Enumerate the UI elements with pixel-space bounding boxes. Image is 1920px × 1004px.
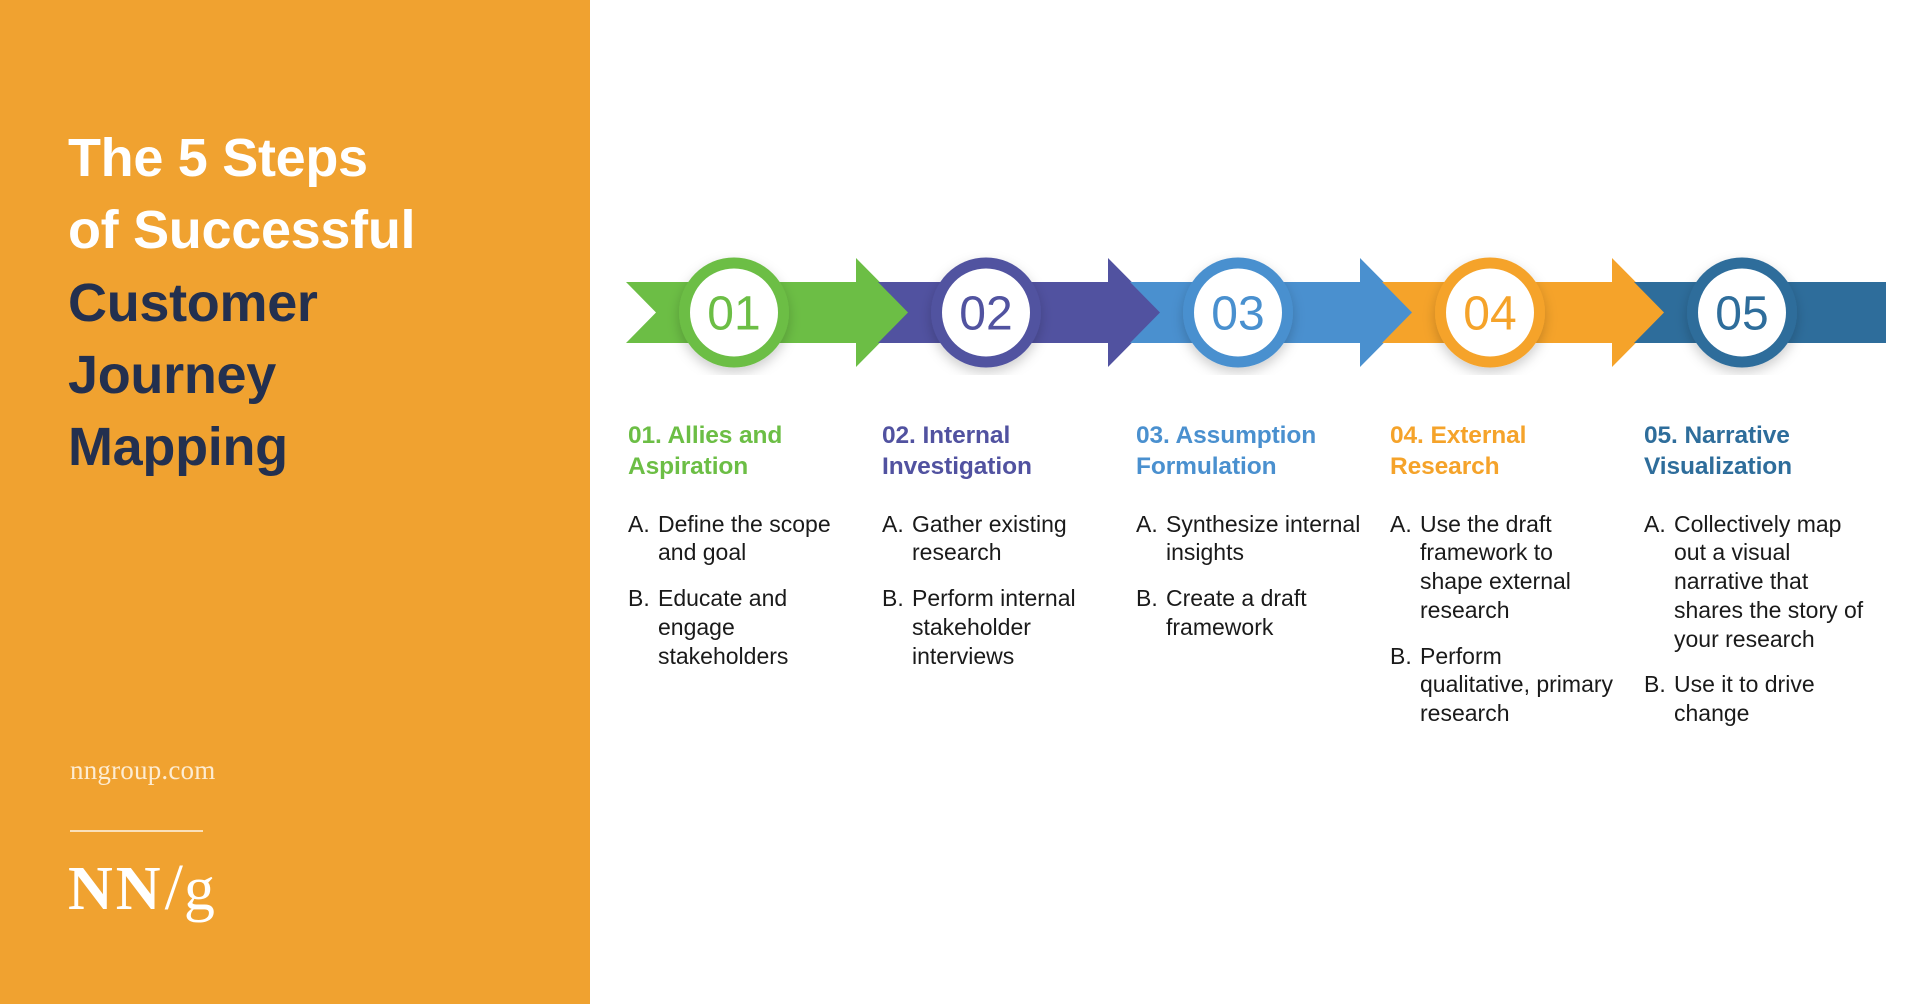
step-column-02: 02. Internal Investigation A. Gather exist… [882, 420, 1136, 687]
left-title-panel: The 5 Steps of Successful Customer Journ… [0, 0, 590, 1004]
steps-panel: 01 02 03 04 05 01. Allies and Aspiration A. De… [590, 0, 1920, 1004]
step-circle-01: 01 [679, 257, 789, 368]
substep-letter: A. [882, 510, 904, 537]
logo-g: g [183, 855, 215, 923]
step-column-01: 01. Allies and Aspiration A. Define the sc… [628, 420, 882, 687]
logo-divider [70, 830, 203, 832]
substep-text: Create a draft framework [1166, 585, 1307, 640]
title-line-5: Mapping [68, 417, 288, 478]
title-line-4: Journey [68, 345, 276, 406]
substep-letter: B. [1644, 671, 1666, 698]
substep-03-B: B. Create a draft framework [1136, 584, 1364, 642]
step-circle-03: 03 [1183, 257, 1293, 368]
substep-04-B: B. Perform qualitative, primary research [1390, 642, 1618, 728]
step-heading-02: 02. Internal Investigation [882, 422, 1032, 481]
substep-text: Synthesize internal insights [1166, 510, 1361, 566]
substep-text: Use it to drive change [1674, 671, 1815, 727]
substep-letter: B. [1390, 642, 1412, 669]
step-number-04: 04 [1463, 288, 1516, 341]
substep-02-B: B. Perform internal stakeholder interview… [882, 584, 1110, 670]
step-column-03: 03. Assumption Formulation A. Synthesize i… [1136, 420, 1390, 659]
substep-04-A: A. Use the draft framework to shape exter… [1390, 510, 1618, 625]
substep-letter: B. [1136, 585, 1158, 612]
title-line-3: Customer [68, 272, 318, 333]
step-number-03: 03 [1211, 288, 1264, 341]
substep-letter: A. [1644, 510, 1666, 537]
substep-letter: A. [628, 510, 650, 537]
logo-nn: NN [68, 855, 164, 923]
substep-01-B: B. Educate and engage stakeholders [628, 584, 856, 670]
process-chevron-svg: 01 02 03 04 05 [626, 257, 1886, 368]
step-heading-01: 01. Allies and Aspiration [628, 422, 783, 481]
title-line-2: of Successful [68, 200, 416, 261]
substep-05-A: A. Collectively map out a visual narrativ… [1644, 510, 1872, 654]
infographic-poster: The 5 Steps of Successful Customer Journ… [0, 0, 1920, 1004]
site-url[interactable]: nngroup.com [70, 755, 215, 786]
substep-letter: B. [882, 585, 904, 612]
step-circle-02: 02 [931, 257, 1041, 368]
substep-03-A: A. Synthesize internal insights [1136, 510, 1364, 568]
step-number-02: 02 [959, 288, 1012, 341]
step-number-05: 05 [1715, 288, 1768, 341]
substep-text: Gather existing research [912, 510, 1067, 566]
step-circle-04: 04 [1435, 257, 1545, 368]
substep-text: Use the draft framework to shape externa… [1420, 510, 1571, 623]
step-circle-05: 05 [1687, 257, 1797, 368]
step-number-01: 01 [707, 288, 760, 341]
substep-text: Collectively map out a visual narrative … [1674, 510, 1864, 652]
step-columns: 01. Allies and Aspiration A. Define the sc… [628, 420, 1898, 745]
step-heading-04: 04. External Research [1390, 422, 1527, 481]
page-title: The 5 Steps of Successful Customer Journ… [68, 122, 568, 484]
substep-letter: B. [628, 585, 650, 612]
substep-02-A: A. Gather existing research [882, 510, 1110, 568]
step-column-05: 05. Narrative Visualization A. Collectivel… [1644, 420, 1898, 745]
substep-text: Perform internal stakeholder interviews [912, 585, 1076, 669]
substep-text: Define the scope and goal [658, 510, 831, 566]
substep-letter: A. [1390, 510, 1412, 537]
substep-letter: A. [1136, 510, 1158, 537]
substep-text: Educate and engage stakeholders [658, 585, 789, 669]
step-column-04: 04. External Research A. Use the draft fra… [1390, 420, 1644, 745]
substep-01-A: A. Define the scope and goal [628, 510, 856, 568]
logo-slash: / [164, 851, 183, 924]
title-line-1: The 5 Steps [68, 128, 368, 188]
step-heading-05: 05. Narrative Visualization [1644, 422, 1793, 481]
substep-05-B: B. Use it to drive change [1644, 670, 1872, 728]
nng-logo: NN/g [68, 855, 215, 921]
process-chevron-strip: 01 02 03 04 05 [626, 250, 1886, 375]
substep-text: Perform qualitative, primary research [1420, 642, 1614, 727]
step-heading-03: 03. Assumption Formulation [1136, 422, 1317, 481]
